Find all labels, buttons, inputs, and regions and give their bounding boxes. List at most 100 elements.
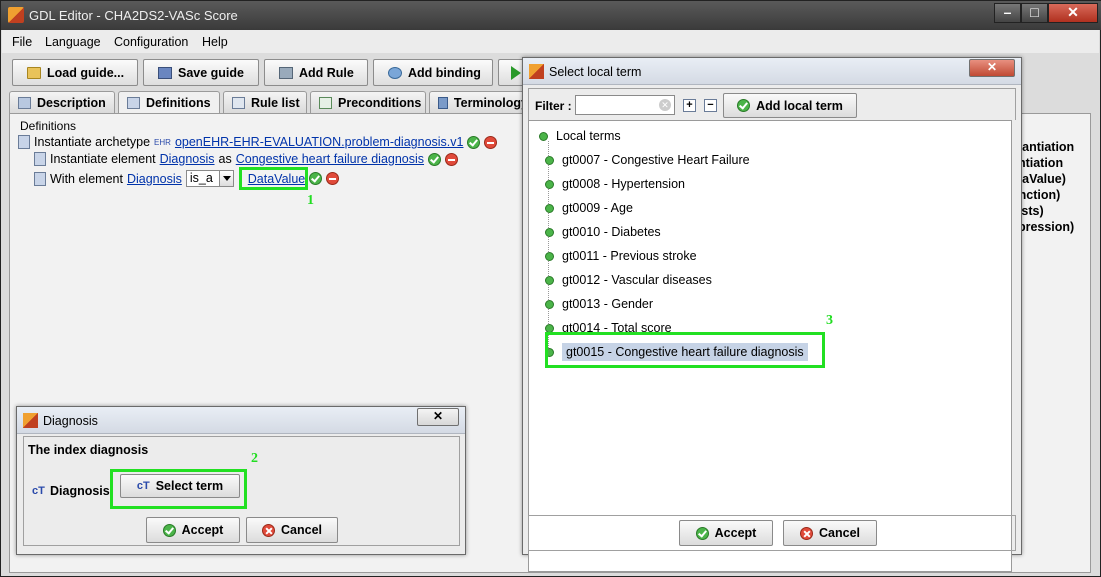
rule-icon	[279, 66, 293, 79]
add-local-term-button[interactable]: Add local term	[723, 93, 857, 118]
marker-2: 2	[251, 451, 258, 466]
tab-description[interactable]: Description	[9, 91, 115, 113]
list-item[interactable]: gt0011 - Previous stroke	[545, 249, 697, 263]
close-dialog-button[interactable]: ✕	[417, 408, 459, 426]
cancel-icon	[800, 526, 813, 540]
accept-label: Accept	[714, 526, 757, 540]
accept-icon	[162, 523, 176, 537]
accept-icon[interactable]	[428, 152, 442, 166]
maximize-button[interactable]: □	[1021, 3, 1048, 23]
local-term-tree: Local terms gt0007 - Congestive Heart Fa…	[528, 120, 1012, 572]
load-guide-button[interactable]: Load guide...	[12, 59, 138, 86]
term-icon	[545, 275, 554, 285]
term-icon	[545, 203, 554, 213]
accept-icon[interactable]	[309, 172, 323, 185]
diagnosis-cancel-button[interactable]: Cancel	[246, 517, 338, 543]
cancel-icon	[262, 523, 275, 537]
list-item[interactable]: gt0007 - Congestive Heart Failure	[545, 153, 750, 167]
close-dialog-button[interactable]: ✕	[969, 59, 1015, 77]
term-label: gt0013 - Gender	[562, 297, 654, 311]
accept-icon[interactable]	[467, 135, 481, 149]
cancel-label: Cancel	[281, 523, 322, 537]
condition-element-link[interactable]: Diagnosis	[127, 172, 182, 186]
add-binding-button[interactable]: Add binding	[373, 59, 493, 86]
expand-all-icon[interactable]: +	[683, 99, 696, 112]
term-icon	[545, 299, 554, 309]
add-icon	[737, 99, 751, 112]
ehr-badge: EHR	[154, 137, 171, 147]
term-label: gt0010 - Diabetes	[562, 225, 661, 239]
local-term-dialog-title: Select local term	[549, 65, 642, 79]
filter-input[interactable]: ✕	[575, 95, 675, 115]
definitions-icon	[127, 96, 140, 109]
select-local-term-dialog: Select local term ✕ Filter : ✕ + − Add l…	[522, 57, 1022, 572]
check-icon	[319, 96, 332, 109]
archetype-link[interactable]: openEHR-EHR-EVALUATION.problem-diagnosis…	[175, 135, 464, 149]
operator-value: is_a	[189, 171, 213, 185]
document-icon	[34, 152, 46, 166]
element-link[interactable]: Diagnosis	[160, 152, 215, 166]
title-bar: GDL Editor - CHA2DS2-VASc Score – □ ✕	[1, 1, 1101, 30]
clear-icon[interactable]: ✕	[659, 99, 671, 111]
menu-file[interactable]: File	[12, 35, 32, 49]
list-item[interactable]: gt0010 - Diabetes	[545, 225, 661, 239]
menu-help[interactable]: Help	[202, 35, 228, 49]
tab-preconditions[interactable]: Preconditions	[310, 91, 426, 113]
cancel-label: Cancel	[819, 526, 860, 540]
close-window-button[interactable]: ✕	[1048, 3, 1098, 23]
list-item[interactable]: gt0013 - Gender	[545, 297, 653, 311]
app-logo-icon	[529, 64, 544, 79]
filter-label: Filter :	[535, 99, 572, 113]
accept-icon	[695, 526, 709, 540]
element-value-link[interactable]: Congestive heart failure diagnosis	[236, 152, 424, 166]
add-rule-button[interactable]: Add Rule	[264, 59, 368, 86]
remove-icon[interactable]	[484, 135, 498, 149]
diagnosis-accept-button[interactable]: Accept	[146, 517, 240, 543]
folder-icon	[27, 66, 41, 79]
window-title: GDL Editor - CHA2DS2-VASc Score	[29, 8, 238, 23]
minimize-button[interactable]: –	[994, 3, 1021, 23]
highlight-box-2	[110, 469, 247, 509]
highlight-box-3	[545, 332, 825, 368]
list-item[interactable]: gt0012 - Vascular diseases	[545, 273, 712, 287]
definitions-title: Definitions	[20, 119, 77, 133]
operator-select[interactable]: is_a	[185, 170, 234, 187]
app-logo-icon	[23, 413, 38, 428]
document-icon	[18, 135, 30, 149]
term-icon	[545, 251, 554, 261]
tab-definitions[interactable]: Definitions	[118, 91, 220, 113]
play-icon	[511, 65, 521, 80]
app-logo-icon	[8, 7, 24, 23]
tree-root-label: Local terms	[556, 129, 621, 143]
term-label: gt0008 - Hypertension	[562, 177, 685, 191]
archetype-prefix: Instantiate archetype	[34, 135, 151, 149]
term-label: gt0012 - Vascular diseases	[562, 273, 712, 287]
tree-root-local-terms[interactable]: Local terms	[539, 129, 621, 143]
binding-icon	[388, 66, 402, 79]
menu-configuration[interactable]: Configuration	[114, 35, 188, 49]
list-item[interactable]: gt0009 - Age	[545, 201, 633, 215]
tab-rule-list[interactable]: Rule list	[223, 91, 307, 113]
local-term-dialog-titlebar: Select local term ✕	[523, 58, 1021, 85]
menu-language[interactable]: Language	[45, 35, 101, 49]
collapse-all-icon[interactable]: −	[704, 99, 717, 112]
local-term-accept-button[interactable]: Accept	[679, 520, 773, 546]
add-rule-label: Add Rule	[299, 65, 354, 80]
term-label: gt0009 - Age	[562, 201, 633, 215]
load-guide-label: Load guide...	[47, 65, 125, 80]
coded-text-icon: cT	[32, 485, 45, 497]
list-item[interactable]: gt0008 - Hypertension	[545, 177, 685, 191]
diagnosis-field-label: Diagnosis:	[50, 484, 114, 498]
term-icon	[545, 179, 554, 189]
marker-3: 3	[826, 313, 833, 328]
tab-terminology-label: Terminology	[453, 95, 528, 110]
tab-terminology[interactable]: Terminology	[429, 91, 529, 113]
local-term-cancel-button[interactable]: Cancel	[783, 520, 877, 546]
element-line: Instantiate element Diagnosis as Congest…	[34, 152, 459, 166]
remove-icon[interactable]	[445, 152, 459, 166]
remove-icon[interactable]	[326, 172, 340, 185]
tab-description-label: Description	[37, 95, 106, 110]
accept-label: Accept	[181, 523, 224, 537]
save-guide-button[interactable]: Save guide	[143, 59, 259, 86]
save-guide-label: Save guide	[178, 65, 244, 80]
